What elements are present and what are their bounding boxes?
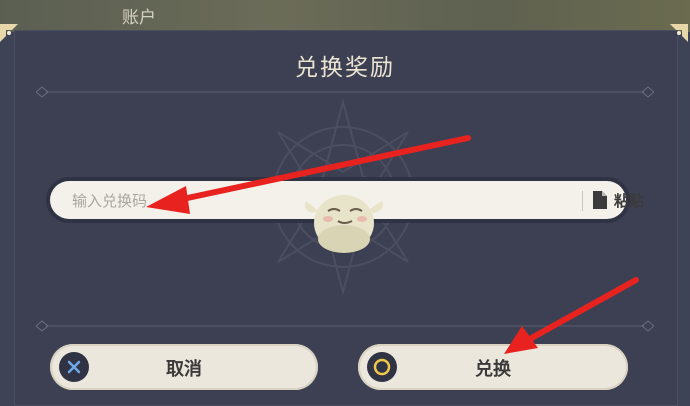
bottom-divider (36, 320, 654, 332)
background-strip (0, 0, 690, 32)
redeem-label: 兑换 (475, 359, 511, 380)
cancel-button[interactable]: 取消 (50, 344, 318, 390)
redeem-code-input[interactable] (70, 181, 514, 221)
redeem-button[interactable]: 兑换 (358, 344, 628, 390)
paimon-sticker-icon (304, 195, 383, 253)
paste-button[interactable]: 粘贴 (592, 187, 674, 213)
account-label: 账户 (122, 8, 156, 28)
dialog-title: 兑换奖励 (295, 55, 395, 81)
cancel-label: 取消 (166, 359, 202, 380)
corner-ornament-icon (0, 24, 18, 42)
paste-label: 粘贴 (614, 191, 645, 210)
document-icon (593, 191, 607, 209)
paste-separator (582, 191, 583, 211)
corner-ornament-icon (670, 24, 688, 42)
